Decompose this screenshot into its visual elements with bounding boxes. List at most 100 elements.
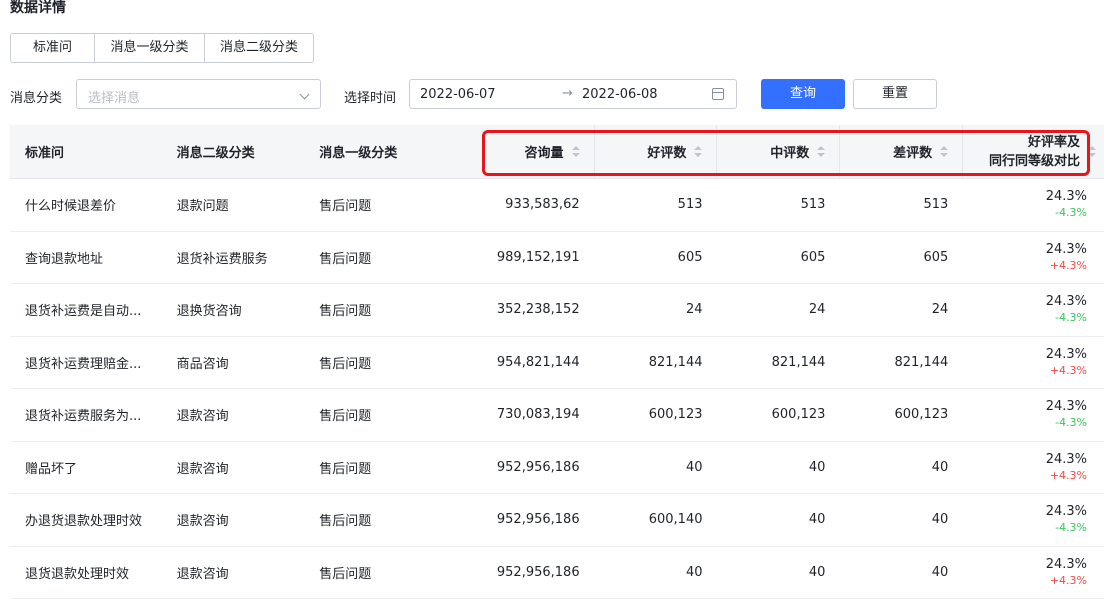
cell-bad: 821,144	[894, 354, 949, 370]
date-start-input[interactable]: 2022-06-07	[420, 87, 496, 102]
table-row[interactable]: 查询退款地址 退货补运费服务 售后问题 989,152,191 605 605 605 24.…	[10, 232, 1104, 284]
cell-level1: 售后问题	[319, 304, 372, 320]
query-button[interactable]: 查询	[761, 79, 845, 109]
cell-inquiries: 933,583,62	[505, 197, 580, 213]
rate-delta: +4.3%	[1049, 363, 1088, 377]
rate-delta: +4.3%	[1049, 258, 1088, 272]
chevron-down-icon	[299, 89, 310, 100]
cell-inquiries: 952,956,186	[496, 564, 580, 580]
cell-level2: 退货补运费服务	[176, 251, 268, 267]
cell-medium: 605	[800, 249, 826, 265]
rate-value: 24.3%	[1045, 451, 1088, 467]
cell-level1: 售后问题	[319, 199, 372, 215]
table-row[interactable]: 退货补运费服务为... 退款咨询 售后问题 730,083,194 600,123 600…	[10, 389, 1104, 442]
category-filter-label: 消息分类	[10, 91, 63, 106]
cell-bad: 40	[931, 564, 949, 580]
cell-medium: 821,144	[771, 354, 826, 370]
cell-inquiries: 352,238,152	[496, 302, 580, 318]
cell-bad: 24	[931, 302, 949, 318]
cell-medium: 40	[808, 459, 826, 475]
rate-value: 24.3%	[1045, 399, 1088, 415]
page-title: 数据详情	[10, 0, 66, 16]
col-header-good[interactable]: 好评数	[595, 125, 718, 178]
col-header-medium-label: 中评数	[770, 146, 810, 161]
col-header-level1: 消息一级分类	[319, 146, 398, 161]
date-range-picker[interactable]: 2022-06-07 → 2022-06-08	[409, 79, 737, 109]
sort-icon[interactable]	[817, 145, 826, 158]
cell-rate: 24.3% -4.3%	[963, 284, 1104, 336]
cell-level1: 售后问题	[319, 461, 372, 477]
cell-rate: 24.3% +4.3%	[963, 442, 1104, 494]
table-body: 什么时候退差价 退款问题 售后问题 933,583,62 513 513 513 24.3% -…	[10, 179, 1104, 599]
date-end-input[interactable]: 2022-06-08	[582, 87, 658, 102]
cell-rate: 24.3% -4.3%	[963, 179, 1104, 231]
dimension-tabs: 标准问 消息一级分类 消息二级分类	[10, 33, 314, 63]
cell-inquiries: 989,152,191	[496, 249, 580, 265]
cell-level2: 退款咨询	[176, 566, 229, 582]
rate-value: 24.3%	[1045, 556, 1088, 572]
tab-level2-category[interactable]: 消息二级分类	[205, 34, 313, 62]
rate-value: 24.3%	[1045, 241, 1088, 257]
col-header-standard-question: 标准问	[25, 146, 65, 161]
data-table: 标准问 消息二级分类 消息一级分类 咨询量 好评数 中评数 差评数 好评率及 同…	[10, 125, 1104, 599]
cell-inquiries: 952,956,186	[496, 512, 580, 528]
cell-level2: 退款问题	[176, 199, 229, 215]
sort-icon[interactable]	[694, 145, 703, 158]
cell-rate: 24.3% -4.3%	[963, 389, 1104, 441]
rate-value: 24.3%	[1045, 189, 1088, 205]
col-header-rate[interactable]: 好评率及 同行同等级对比	[963, 125, 1104, 178]
cell-standard-question: 退货补运费服务为...	[25, 409, 142, 425]
cell-standard-question: 赠品坏了	[25, 461, 78, 477]
cell-rate: 24.3% +4.3%	[963, 547, 1104, 599]
sort-icon[interactable]	[1087, 146, 1096, 158]
cell-good: 40	[685, 564, 703, 580]
arrow-right-icon: →	[562, 86, 573, 101]
cell-bad: 40	[931, 459, 949, 475]
cell-bad: 605	[923, 249, 949, 265]
col-header-bad[interactable]: 差评数	[840, 125, 964, 178]
sort-icon[interactable]	[571, 145, 580, 158]
table-row[interactable]: 退货退款处理时效 退款咨询 售后问题 952,956,186 40 40 40 24.3% +4…	[10, 547, 1104, 599]
cell-level2: 退款咨询	[176, 514, 229, 530]
sort-icon[interactable]	[940, 145, 949, 158]
cell-standard-question: 办退货退款处理时效	[25, 514, 143, 530]
cell-medium: 513	[800, 197, 826, 213]
col-header-level2: 消息二级分类	[176, 146, 255, 161]
col-header-inquiries[interactable]: 咨询量	[478, 125, 595, 178]
cell-good: 600,123	[648, 407, 703, 423]
cell-inquiries: 954,821,144	[496, 354, 580, 370]
reset-button[interactable]: 重置	[853, 79, 937, 109]
col-header-medium[interactable]: 中评数	[717, 125, 841, 178]
cell-standard-question: 查询退款地址	[25, 251, 104, 267]
category-select[interactable]: 选择消息	[76, 79, 321, 109]
calendar-icon[interactable]	[712, 88, 724, 100]
cell-level1: 售后问题	[319, 409, 372, 425]
cell-medium: 24	[808, 302, 826, 318]
cell-standard-question: 退货补运费理赔金...	[25, 356, 142, 372]
cell-rate: 24.3% +4.3%	[963, 337, 1104, 389]
cell-good: 513	[677, 197, 703, 213]
tab-level1-category[interactable]: 消息一级分类	[95, 34, 205, 62]
cell-good: 24	[685, 302, 703, 318]
table-header: 标准问 消息二级分类 消息一级分类 咨询量 好评数 中评数 差评数 好评率及 同…	[10, 125, 1104, 179]
cell-medium: 600,123	[771, 407, 826, 423]
rate-value: 24.3%	[1045, 346, 1088, 362]
table-row[interactable]: 退货补运费是自动... 退换货咨询 售后问题 352,238,152 24 24 24 24.…	[10, 284, 1104, 337]
table-row[interactable]: 赠品坏了 退款咨询 售后问题 952,956,186 40 40 40 24.3% +4.3%	[10, 442, 1104, 494]
table-row[interactable]: 什么时候退差价 退款问题 售后问题 933,583,62 513 513 513 24.3% -…	[10, 179, 1104, 232]
cell-level2: 商品咨询	[176, 356, 229, 372]
cell-good: 821,144	[648, 354, 703, 370]
cell-bad: 600,123	[894, 407, 949, 423]
tab-standard-question[interactable]: 标准问	[11, 34, 95, 62]
rate-delta: +4.3%	[1049, 468, 1088, 482]
cell-level1: 售后问题	[319, 514, 372, 530]
col-header-inquiries-label: 咨询量	[524, 146, 564, 161]
cell-medium: 40	[808, 512, 826, 528]
cell-level2: 退换货咨询	[176, 304, 242, 320]
cell-rate: 24.3% -4.3%	[963, 494, 1104, 546]
cell-medium: 40	[808, 564, 826, 580]
table-row[interactable]: 退货补运费理赔金... 商品咨询 售后问题 954,821,144 821,144 821…	[10, 337, 1104, 389]
cell-level1: 售后问题	[319, 356, 372, 372]
table-row[interactable]: 办退货退款处理时效 退款咨询 售后问题 952,956,186 600,140 40 40 2…	[10, 494, 1104, 547]
cell-bad: 513	[923, 197, 949, 213]
